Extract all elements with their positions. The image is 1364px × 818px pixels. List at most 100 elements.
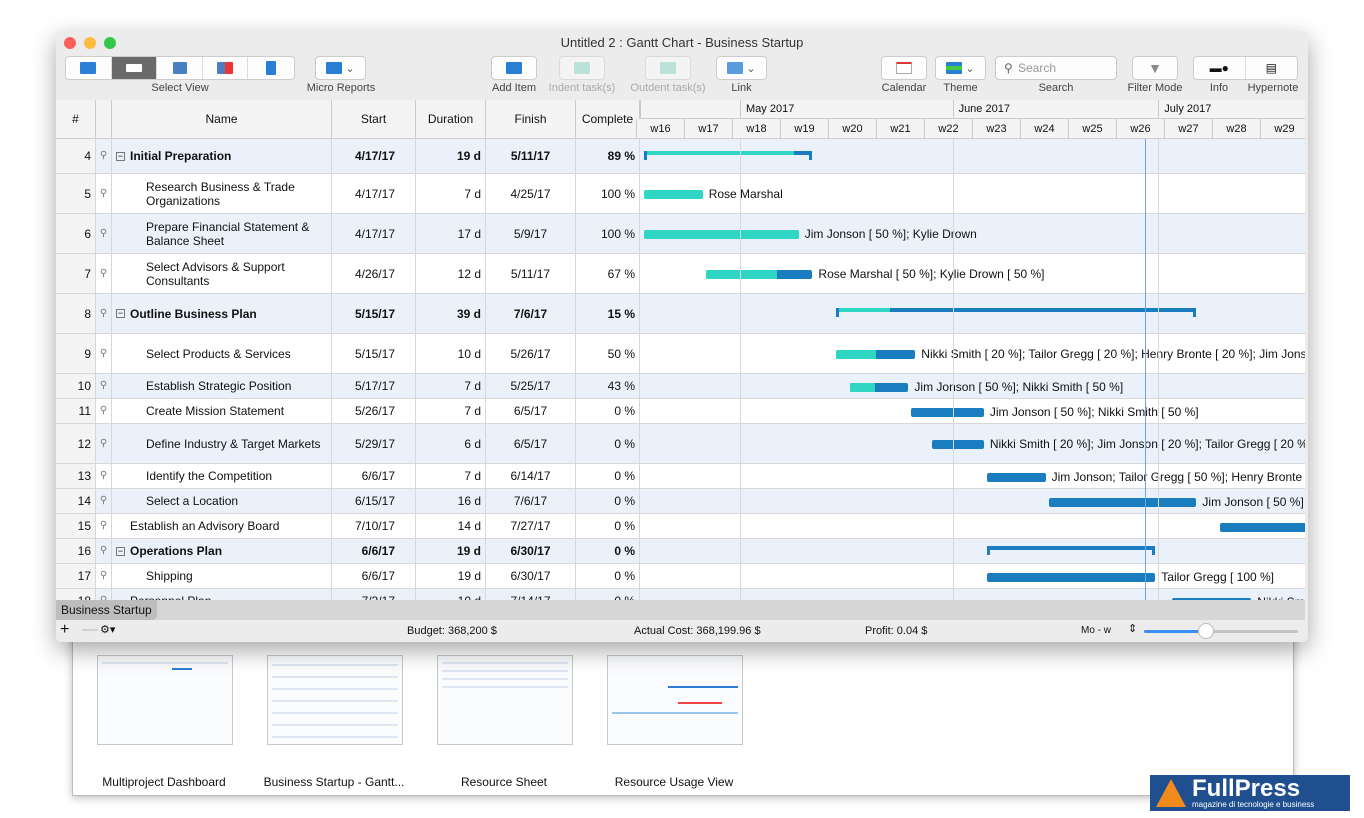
timescale-stepper[interactable]: ⇕ [1128, 622, 1137, 635]
thumbnail-gantt[interactable] [267, 655, 403, 745]
week-label: w22 [924, 119, 972, 139]
dashboard-view-icon[interactable] [66, 57, 112, 79]
collapse-toggle-icon[interactable]: − [116, 151, 125, 161]
calendar-button[interactable] [881, 56, 927, 80]
hypernote-icon[interactable]: ▤ [1246, 57, 1298, 79]
filter-mode-button[interactable]: ▼ [1132, 56, 1178, 80]
task-bar[interactable] [932, 440, 984, 449]
task-finish: 7/6/17 [486, 489, 576, 513]
table-row[interactable]: 17 ⚲ Shipping 6/6/17 19 d 6/30/17 0 % Tailor Gr… [56, 564, 1305, 589]
table-row[interactable]: 15 ⚲ Establish an Advisory Board 7/10/17 14 … [56, 514, 1305, 539]
thumbnail-label: Multiproject Dashboard [102, 775, 226, 789]
task-bar[interactable] [705, 270, 813, 279]
task-start: 7/10/17 [332, 514, 416, 538]
task-bar[interactable] [644, 190, 703, 199]
row-number: 12 [56, 424, 96, 463]
table-row[interactable]: 12 ⚲ Define Industry & Target Markets 5/29/… [56, 424, 1305, 464]
task-bar[interactable] [986, 472, 1046, 482]
task-duration: 7 d [416, 464, 486, 488]
gantt-view-icon[interactable] [111, 57, 158, 79]
table-row[interactable]: 10 ⚲ Establish Strategic Position 5/17/17 7 … [56, 374, 1305, 399]
add-item-button[interactable] [491, 56, 537, 80]
task-name: Identify the Competition [112, 464, 332, 488]
table-row[interactable]: 9 ⚲ Select Products & Services 5/15/17 10 d5… [56, 334, 1305, 374]
week-label: w25 [1068, 119, 1116, 139]
table-row[interactable]: 13 ⚲ Identify the Competition 6/6/17 7 d 6/14… [56, 464, 1305, 489]
summary-bar[interactable] [644, 150, 813, 160]
theme-button[interactable]: ⌄ [935, 56, 986, 80]
task-start: 5/17/17 [332, 374, 416, 398]
task-bar[interactable] [986, 572, 1156, 582]
report-view-icon[interactable] [248, 57, 294, 79]
task-complete: 50 % [576, 334, 640, 373]
table-row[interactable]: 8 ⚲ − Outline Business Plan 5/15/17 39 d 7/6/1… [56, 294, 1305, 334]
settings-gear-icon[interactable]: ⚙▾ [100, 623, 115, 636]
task-complete: 0 % [576, 399, 640, 423]
table-row[interactable]: 16 ⚲ − Operations Plan 6/6/17 19 d 6/30/17 0 % [56, 539, 1305, 564]
link-button[interactable]: ⌄ [716, 56, 767, 80]
remove-button[interactable]: — [82, 621, 98, 639]
task-type-icon: ⚲ [96, 539, 112, 563]
task-bar[interactable] [1220, 522, 1305, 532]
task-complete: 43 % [576, 374, 640, 398]
task-name-text: Select a Location [146, 494, 239, 508]
info-icon[interactable]: ▬● [1194, 57, 1246, 79]
collapse-toggle-icon[interactable]: − [116, 546, 125, 556]
info-hypernote-control[interactable]: ▬● ▤ [1193, 56, 1298, 80]
zoom-slider-knob[interactable] [1197, 623, 1214, 639]
select-view-control[interactable] [65, 56, 295, 80]
task-name-text: Shipping [146, 569, 193, 583]
project-tab[interactable]: Business Startup [56, 600, 157, 620]
table-row[interactable]: 5 ⚲ Research Business & Trade Organization… [56, 174, 1305, 214]
col-header-start[interactable]: Start [332, 100, 416, 139]
task-type-icon: ⚲ [96, 254, 112, 293]
col-header-complete[interactable]: Complete [576, 100, 640, 139]
table-row[interactable]: 4 ⚲ − Initial Preparation 4/17/17 19 d 5/11/17… [56, 139, 1305, 174]
zoom-slider[interactable] [1144, 623, 1298, 639]
thumbnail-resource-sheet[interactable] [437, 655, 573, 745]
indent-button[interactable] [559, 56, 605, 80]
table-row[interactable]: 11 ⚲ Create Mission Statement 5/26/17 7 d 6/5… [56, 399, 1305, 424]
task-bar[interactable] [644, 230, 799, 239]
thumbnail-resource-usage[interactable] [607, 655, 743, 745]
week-label: w20 [828, 119, 876, 139]
task-bar[interactable] [911, 407, 984, 417]
col-header-name[interactable]: Name [112, 100, 332, 139]
resource-label: Jim Jonson [ 50 %]; Nikki Smith [ 50 %] [989, 404, 1199, 419]
task-name: − Initial Preparation [112, 139, 332, 173]
filter-mode-label: Filter Mode [1127, 82, 1183, 94]
micro-reports-label: Micro Reports [306, 82, 376, 94]
col-header-icon[interactable] [96, 100, 112, 139]
thumbnail-multiproject-dashboard[interactable] [97, 655, 233, 745]
indent-icon [574, 62, 590, 74]
task-bar[interactable] [1048, 497, 1197, 507]
col-header-duration[interactable]: Duration [416, 100, 486, 139]
resource-label: Nikki Smith [ 20 %]; Tailor Gregg [ 20 %… [921, 347, 1305, 361]
task-finish: 6/5/17 [486, 424, 576, 463]
col-header-num[interactable]: # [56, 100, 96, 139]
table-row[interactable]: 7 ⚲ Select Advisors & Support Consultants 4… [56, 254, 1305, 294]
col-header-finish[interactable]: Finish [486, 100, 576, 139]
task-bar[interactable] [849, 382, 909, 392]
table-row[interactable]: 14 ⚲ Select a Location 6/15/17 16 d 7/6/17 0 %… [56, 489, 1305, 514]
add-button[interactable]: + [60, 621, 69, 639]
outdent-label: Outdent task(s) [630, 82, 706, 94]
task-start: 4/17/17 [332, 214, 416, 253]
table-row[interactable]: 18⚲Personnel Plan7/3/1710 d7/14/170 %Nik… [56, 589, 1305, 600]
resource-sheet-icon[interactable] [157, 57, 203, 79]
task-name-text: Operations Plan [130, 544, 223, 558]
fullpress-logo-icon [1156, 779, 1186, 807]
resource-usage-icon[interactable] [203, 57, 249, 79]
collapse-toggle-icon[interactable]: − [116, 309, 125, 318]
task-name: Prepare Financial Statement & Balance Sh… [112, 214, 332, 253]
row-number: 5 [56, 174, 96, 213]
search-input[interactable]: ⚲ Search [995, 56, 1117, 80]
micro-reports-button[interactable]: ⌄ [315, 56, 366, 80]
table-row[interactable]: 6 ⚲ Prepare Financial Statement & Balance … [56, 214, 1305, 254]
summary-bar[interactable] [836, 308, 1197, 317]
task-type-icon: ⚲ [96, 214, 112, 253]
task-complete: 0 % [576, 464, 640, 488]
summary-bar[interactable] [986, 545, 1156, 555]
task-bar[interactable] [836, 350, 916, 359]
outdent-button[interactable] [645, 56, 691, 80]
